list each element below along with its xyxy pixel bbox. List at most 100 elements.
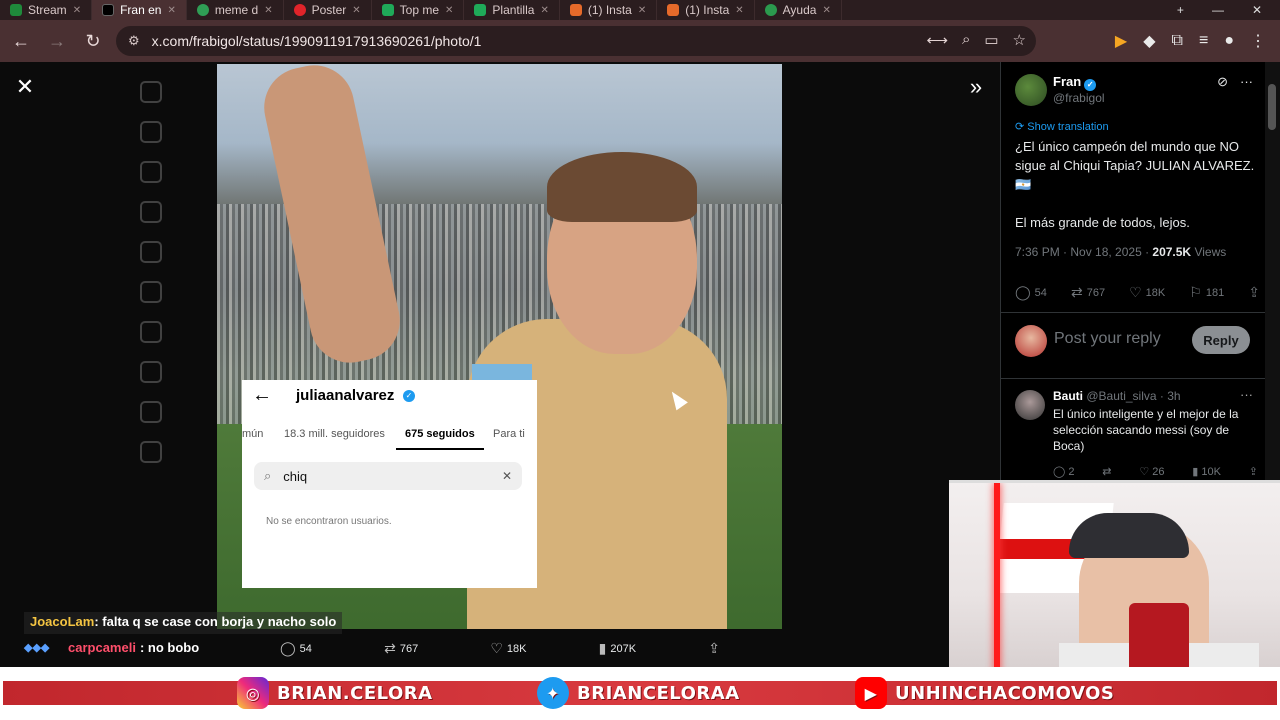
repost-button[interactable]: ⇄ — [1102, 465, 1111, 478]
bg-nav-item — [140, 432, 162, 472]
tab-3[interactable]: Poster ✕ — [284, 0, 372, 20]
tab-label: Fran en — [120, 3, 162, 17]
tweet-handle[interactable]: @frabigol — [1053, 91, 1105, 105]
expand-panel-icon[interactable]: » — [962, 76, 990, 98]
share-button[interactable]: ⇪ — [708, 640, 720, 657]
bell-icon — [140, 161, 162, 183]
comment-author[interactable]: Bauti @Bauti_silva · 3h — [1053, 389, 1181, 403]
reply-button[interactable]: ◯ 54 — [280, 640, 312, 657]
share-button[interactable]: ⇪ — [1248, 284, 1260, 301]
tweet-meta: 7:36 PM · Nov 18, 2025 · 207.5K Views — [1015, 245, 1226, 259]
repost-icon: ⇄ — [384, 640, 396, 656]
reply-submit-button[interactable]: Reply — [1192, 326, 1250, 354]
profile-avatar-icon[interactable]: ● — [1224, 32, 1234, 50]
tweet-time[interactable]: 7:36 PM · Nov 18, 2025 · — [1015, 245, 1152, 259]
views-button[interactable]: ▮ 207K — [599, 640, 636, 657]
more-options-icon[interactable]: ··· — [1240, 387, 1253, 402]
cast-icon[interactable]: ▭ — [984, 31, 998, 49]
bookmark-button[interactable]: ⚐ 181 — [1189, 284, 1224, 301]
show-translation-link[interactable]: ⟳ Show translation — [1015, 120, 1109, 133]
close-media-button[interactable]: ✕ — [14, 76, 36, 98]
bg-nav-item — [140, 272, 162, 312]
chat-nick: JoacoLam — [30, 614, 95, 629]
close-icon[interactable]: ✕ — [638, 5, 646, 16]
banner-youtube: ▶ UNHINCHACOMOVOS — [855, 677, 1114, 709]
share-button[interactable]: ⇪ — [1249, 465, 1258, 478]
repost-button[interactable]: ⇄ 767 — [1071, 284, 1105, 301]
tab-2[interactable]: meme d ✕ — [187, 0, 284, 20]
bg-nav-item — [140, 232, 162, 272]
reply-button[interactable]: ◯ 54 — [1015, 284, 1047, 301]
reply-count: 54 — [299, 642, 312, 655]
avatar[interactable] — [1015, 390, 1045, 420]
photo-action-bar: ◯ 54 ⇄ 767 ♡ 18K ▮ 207K ⇪ — [280, 640, 720, 657]
tweet-text-line: ¿El único campeón del mundo que NO sigue… — [1015, 139, 1255, 192]
zoom-icon[interactable]: ⌕ — [962, 31, 970, 49]
tab-0[interactable]: Stream ✕ — [0, 0, 93, 20]
new-tab-icon[interactable]: + — [1177, 3, 1184, 17]
close-icon[interactable]: ✕ — [735, 5, 743, 16]
tab-favicon-icon — [569, 4, 582, 16]
close-icon[interactable]: ✕ — [445, 5, 453, 16]
tab-favicon-icon — [10, 4, 22, 16]
media-icon[interactable]: ≡ — [1199, 32, 1208, 50]
tweet-author[interactable]: Fran ✓ — [1053, 74, 1097, 91]
streamer-cap — [1069, 513, 1189, 558]
reload-icon[interactable]: ↻ — [78, 26, 108, 56]
repost-button[interactable]: ⇄ 767 — [384, 640, 418, 657]
grok-icon[interactable]: ⊘ — [1217, 74, 1228, 90]
puzzle-icon[interactable]: ⧉ — [1172, 32, 1183, 50]
comment-author-name: Bauti — [1053, 389, 1083, 403]
back-icon[interactable]: ← — [6, 26, 36, 56]
chat-message: ◆◆◆ carpcameli: no bobo — [24, 640, 199, 655]
menu-icon[interactable]: ⋮ — [1250, 31, 1266, 51]
tweet-text: ¿El único campeón del mundo que NO sigue… — [1015, 137, 1260, 251]
like-button[interactable]: ♡ 18K — [490, 640, 526, 657]
like-button[interactable]: ♡ 26 — [1139, 465, 1164, 478]
site-settings-icon[interactable]: ⚙ — [128, 33, 140, 49]
close-icon[interactable]: ✕ — [822, 5, 830, 16]
avatar[interactable] — [1015, 74, 1047, 106]
tab-8[interactable]: Ayuda ✕ — [755, 0, 842, 20]
like-button[interactable]: ♡ 18K — [1129, 284, 1165, 301]
bookmark-icon — [140, 281, 162, 303]
tab-1[interactable]: Fran en ✕ — [92, 0, 187, 20]
avatar — [1015, 325, 1047, 357]
bg-nav-item — [140, 72, 162, 112]
window-close-icon[interactable]: ✕ — [1252, 3, 1262, 17]
banner-twitter-handle: BRIANCELORAA — [577, 682, 740, 704]
reply-input[interactable]: Post your reply — [1054, 330, 1161, 348]
scrollbar-thumb[interactable] — [1268, 84, 1276, 130]
close-icon[interactable]: ✕ — [540, 5, 548, 16]
reply-button[interactable]: ◯ 2 — [1053, 465, 1075, 478]
tweet-stats: ◯ 54 ⇄ 767 ♡ 18K ⚐ 181 ⇪ — [1015, 284, 1260, 301]
ig-search-field: ⌕ chiq ✕ — [254, 462, 522, 490]
close-icon[interactable]: ✕ — [264, 5, 272, 16]
tab-4[interactable]: Top me ✕ — [372, 0, 465, 20]
mail-icon — [140, 201, 162, 223]
tab-favicon-icon — [474, 4, 487, 16]
extension-icon[interactable]: ◆ — [1143, 31, 1155, 51]
bg-nav-item — [140, 392, 162, 432]
bookmark-star-icon[interactable]: ☆ — [1013, 31, 1026, 49]
search-icon: ⌕ — [264, 468, 272, 483]
minimize-icon[interactable]: — — [1212, 3, 1224, 17]
views-button[interactable]: ▮ 10K — [1192, 465, 1221, 478]
close-icon[interactable]: ✕ — [73, 5, 81, 16]
instagram-icon: ◎ — [237, 677, 269, 709]
tab-6[interactable]: (1) Insta ✕ — [560, 0, 658, 20]
forward-icon[interactable]: → — [42, 26, 72, 56]
translate-icon[interactable]: ⟷ — [926, 31, 948, 49]
tab-5[interactable]: Plantilla ✕ — [464, 0, 560, 20]
tab-7[interactable]: (1) Insta ✕ — [657, 0, 755, 20]
more-options-icon[interactable]: ··· — [1240, 74, 1253, 90]
play-extension-icon[interactable]: ▶ — [1115, 31, 1127, 51]
close-icon[interactable]: ✕ — [167, 5, 175, 16]
close-icon[interactable]: ✕ — [352, 5, 360, 16]
tab-favicon-icon — [196, 4, 209, 16]
reply-icon: ◯ — [1053, 466, 1069, 478]
home-icon — [140, 81, 162, 103]
background-sidebar — [140, 72, 162, 472]
url-text[interactable]: x.com/frabigol/status/199091191791369026… — [152, 33, 482, 49]
address-bar[interactable]: ⚙ x.com/frabigol/status/1990911917913690… — [116, 26, 1036, 56]
